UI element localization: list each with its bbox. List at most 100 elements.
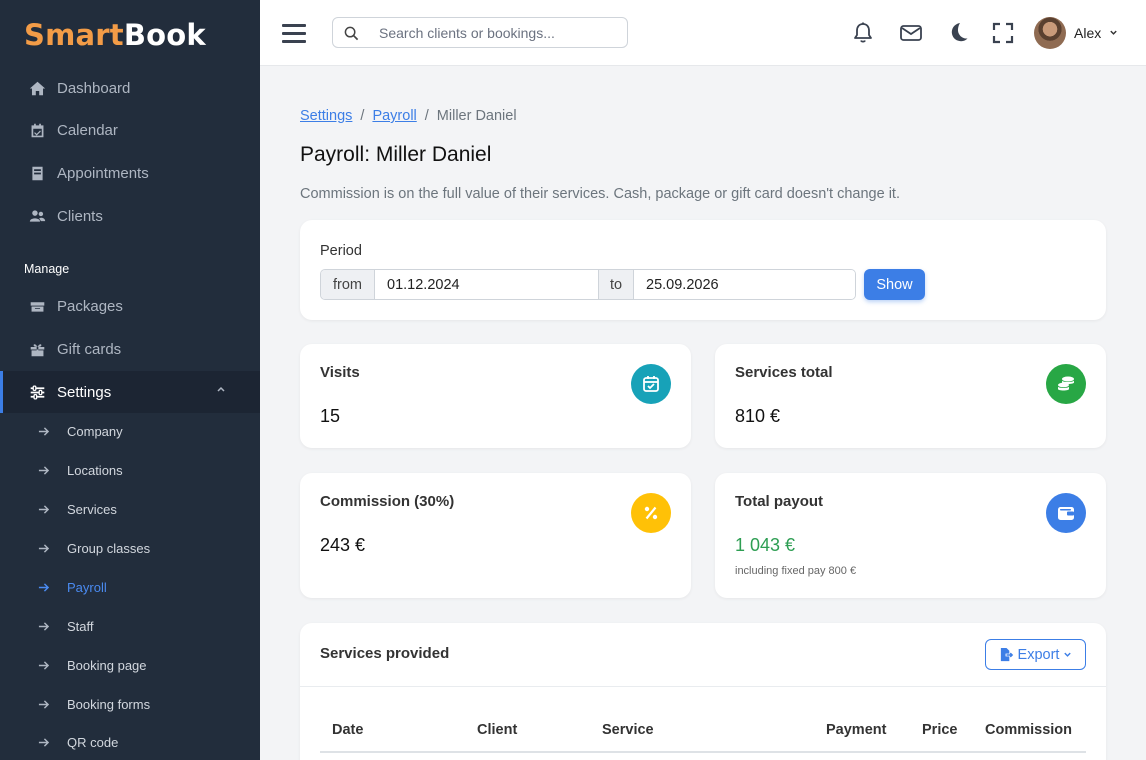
bell-icon[interactable] bbox=[851, 21, 875, 45]
sidebar-subitem-company[interactable]: Company bbox=[0, 416, 260, 446]
topbar: Alex bbox=[260, 0, 1146, 66]
visits-card: Visits 15 bbox=[300, 344, 691, 448]
sidebar-item-label: Appointments bbox=[57, 164, 149, 182]
sidebar-subitem-label: Group classes bbox=[67, 540, 151, 556]
sidebar-section-label: Manage bbox=[24, 262, 70, 276]
user-name[interactable]: Alex bbox=[1074, 25, 1101, 41]
column-header-service[interactable]: Service bbox=[602, 722, 654, 738]
from-label: from bbox=[321, 270, 375, 299]
menu-toggle-icon[interactable] bbox=[282, 24, 306, 43]
search-input[interactable] bbox=[379, 18, 619, 47]
divider bbox=[300, 686, 1106, 687]
period-card: Period from to Show bbox=[300, 220, 1106, 320]
mail-icon[interactable] bbox=[899, 21, 923, 45]
sidebar-subitem-booking-page[interactable]: Booking page bbox=[0, 650, 260, 680]
total-payout-card: Total payout 1 043 € including fixed pay… bbox=[715, 473, 1106, 598]
arrow-right-icon bbox=[38, 737, 50, 748]
visits-value: 15 bbox=[320, 406, 341, 426]
arrow-right-icon bbox=[38, 465, 50, 476]
breadcrumb-current: Miller Daniel bbox=[436, 108, 517, 124]
services-card: Services provided Export Date Client Ser… bbox=[300, 623, 1106, 760]
sidebar-subitem-label: Locations bbox=[67, 462, 123, 478]
column-header-commission[interactable]: Commission bbox=[985, 722, 1072, 738]
search-box bbox=[332, 17, 628, 48]
total-payout-value: 1 043 € bbox=[735, 535, 796, 555]
period-input-group: from to bbox=[320, 269, 856, 300]
breadcrumb-separator: / bbox=[360, 108, 365, 124]
package-icon bbox=[28, 297, 46, 315]
sidebar-subitem-label: Booking page bbox=[67, 657, 147, 673]
logo-text-smart: Smart bbox=[24, 18, 124, 52]
table-header-border bbox=[320, 751, 1086, 753]
chevron-up-icon bbox=[217, 386, 225, 392]
period-label: Period bbox=[320, 243, 362, 259]
commission-card: Commission (30%) 243 € bbox=[300, 473, 691, 598]
arrow-right-icon bbox=[38, 582, 50, 593]
sidebar-item-label: Gift cards bbox=[57, 340, 122, 358]
gift-icon bbox=[28, 340, 46, 358]
sidebar-item-label: Clients bbox=[57, 207, 103, 225]
sidebar-subitem-qr-code[interactable]: QR code bbox=[0, 727, 260, 757]
column-header-payment[interactable]: Payment bbox=[826, 722, 886, 738]
coins-icon bbox=[1046, 364, 1086, 404]
sidebar-subitem-payroll[interactable]: Payroll bbox=[0, 572, 260, 602]
sidebar-subitem-label: Payroll bbox=[67, 579, 107, 595]
sidebar-subitem-staff[interactable]: Staff bbox=[0, 611, 260, 641]
export-label: Export bbox=[1017, 646, 1060, 663]
wallet-icon bbox=[1046, 493, 1086, 533]
column-header-price[interactable]: Price bbox=[922, 722, 957, 738]
sidebar-item-label: Packages bbox=[57, 297, 123, 315]
logo-text-book: Book bbox=[123, 18, 206, 52]
app-logo[interactable]: SmartBook bbox=[24, 18, 206, 52]
breadcrumb-separator: / bbox=[424, 108, 429, 124]
sidebar-subitem-services[interactable]: Services bbox=[0, 494, 260, 524]
arrow-right-icon bbox=[38, 660, 50, 671]
sidebar-item-label: Dashboard bbox=[57, 79, 131, 97]
search-icon bbox=[344, 26, 359, 41]
sidebar-subitem-group-classes[interactable]: Group classes bbox=[0, 533, 260, 563]
breadcrumb: Settings / Payroll / Miller Daniel bbox=[300, 108, 517, 124]
from-date-input[interactable] bbox=[375, 270, 598, 299]
breadcrumb-link-payroll[interactable]: Payroll bbox=[372, 108, 416, 124]
sidebar-item-settings[interactable]: Settings bbox=[0, 371, 260, 413]
breadcrumb-link-settings[interactable]: Settings bbox=[300, 108, 352, 124]
services-total-value: 810 € bbox=[735, 406, 781, 426]
sidebar-subitem-booking-forms[interactable]: Booking forms bbox=[0, 689, 260, 719]
avatar[interactable] bbox=[1034, 17, 1066, 49]
home-icon bbox=[28, 79, 46, 97]
calendar-icon bbox=[28, 121, 46, 139]
sidebar-item-packages[interactable]: Packages bbox=[0, 286, 260, 326]
to-date-input[interactable] bbox=[634, 270, 855, 299]
chevron-down-icon bbox=[1064, 652, 1072, 657]
sidebar-subitem-label: QR code bbox=[67, 734, 119, 750]
percent-icon bbox=[631, 493, 671, 533]
sidebar-item-gift-cards[interactable]: Gift cards bbox=[0, 329, 260, 369]
sidebar-item-appointments[interactable]: Appointments bbox=[0, 153, 260, 193]
users-icon bbox=[28, 207, 46, 225]
chevron-down-icon[interactable] bbox=[1109, 28, 1118, 37]
sidebar-item-dashboard[interactable]: Dashboard bbox=[0, 68, 260, 108]
arrow-right-icon bbox=[38, 699, 50, 710]
fullscreen-icon[interactable] bbox=[991, 21, 1015, 45]
arrow-right-icon bbox=[38, 504, 50, 515]
book-icon bbox=[28, 164, 46, 182]
sidebar-item-clients[interactable]: Clients bbox=[0, 196, 260, 236]
column-header-date[interactable]: Date bbox=[332, 722, 363, 738]
export-button[interactable]: Export bbox=[985, 639, 1086, 670]
arrow-right-icon bbox=[38, 543, 50, 554]
sidebar: SmartBook Dashboard Calendar Appointment… bbox=[0, 0, 260, 760]
column-header-client[interactable]: Client bbox=[477, 722, 517, 738]
visits-label: Visits bbox=[320, 364, 360, 381]
sliders-icon bbox=[28, 383, 46, 401]
show-button[interactable]: Show bbox=[864, 269, 925, 300]
services-total-label: Services total bbox=[735, 364, 833, 381]
moon-icon[interactable] bbox=[946, 21, 970, 45]
to-label: to bbox=[598, 270, 634, 299]
services-title: Services provided bbox=[320, 645, 450, 662]
arrow-right-icon bbox=[38, 426, 50, 437]
sidebar-subitem-label: Company bbox=[67, 423, 123, 439]
file-export-icon bbox=[1000, 647, 1013, 662]
sidebar-item-label: Calendar bbox=[57, 121, 118, 139]
sidebar-subitem-locations[interactable]: Locations bbox=[0, 455, 260, 485]
sidebar-item-calendar[interactable]: Calendar bbox=[0, 110, 260, 150]
